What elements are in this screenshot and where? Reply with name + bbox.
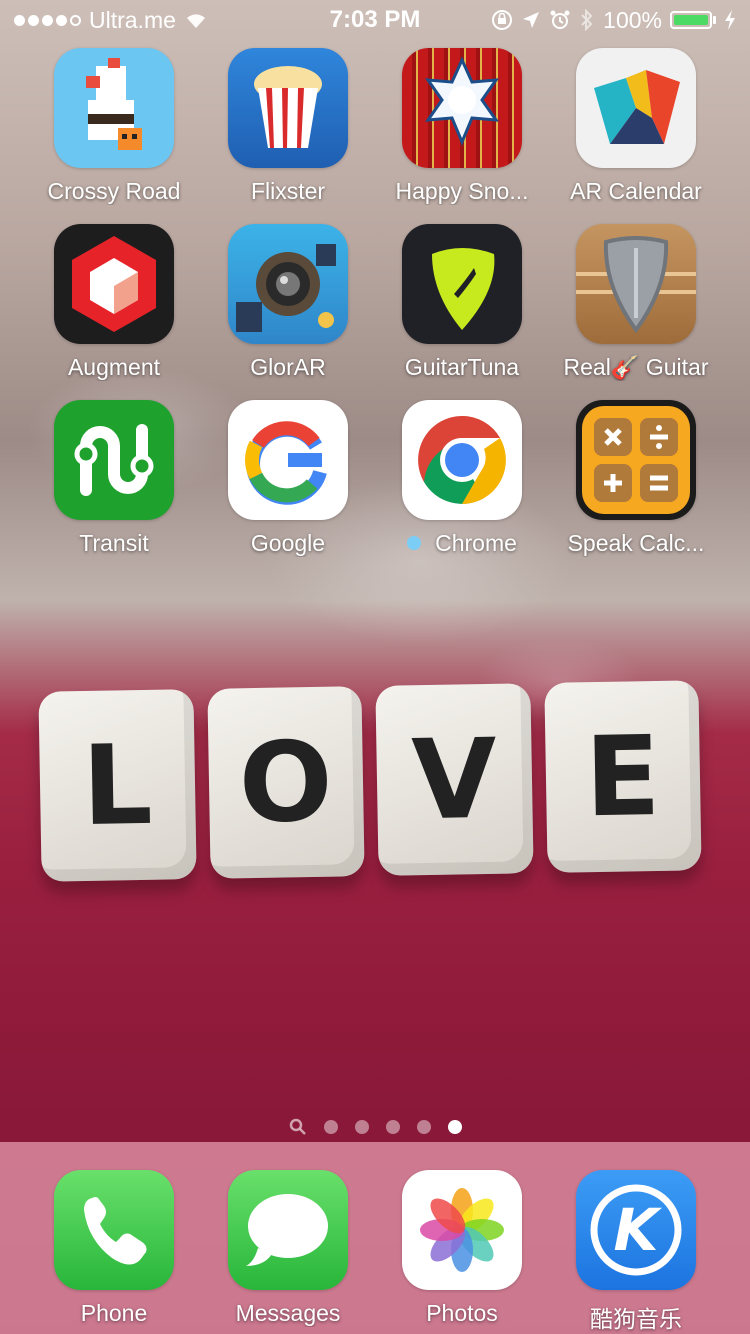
dock-kugou[interactable]: K 酷狗音乐 xyxy=(549,1170,723,1334)
crossy-road-icon xyxy=(54,48,174,168)
love-blocks: L O V E xyxy=(38,680,702,882)
app-speak-calc[interactable]: Speak Calc... xyxy=(549,400,723,557)
app-label: Flixster xyxy=(250,178,326,204)
app-label: GuitarTuna xyxy=(404,354,520,380)
app-transit[interactable]: Transit xyxy=(27,400,201,557)
battery-percent: 100% xyxy=(603,6,662,33)
ar-calendar-icon xyxy=(576,48,696,168)
glorar-icon xyxy=(228,224,348,344)
love-block: O xyxy=(206,686,365,879)
app-label: Google xyxy=(250,530,326,556)
app-ar-calendar[interactable]: AR Calendar xyxy=(549,48,723,205)
guitartuna-icon xyxy=(402,224,522,344)
app-label: Phone xyxy=(80,1300,148,1326)
app-google[interactable]: Google xyxy=(201,400,375,557)
app-label: Real🎸 Guitar xyxy=(563,354,709,380)
app-label: Crossy Road xyxy=(47,178,181,204)
page-dot[interactable] xyxy=(323,1120,338,1134)
dock-messages[interactable]: Messages xyxy=(201,1170,375,1327)
dock-phone[interactable]: Phone xyxy=(27,1170,201,1327)
augment-icon xyxy=(54,224,174,344)
app-glorar[interactable]: GlorAR xyxy=(201,224,375,381)
status-bar: Ultra.me 7:03 PM 100% xyxy=(0,0,750,40)
kugou-icon: K xyxy=(576,1170,696,1290)
real-guitar-icon xyxy=(576,224,696,344)
app-label-text: Chrome xyxy=(435,530,517,556)
app-augment[interactable]: Augment xyxy=(27,224,201,381)
app-label: Messages xyxy=(235,1300,341,1326)
rotation-lock-icon xyxy=(492,10,513,30)
app-label: Happy Sno... xyxy=(395,178,529,204)
app-label: GlorAR xyxy=(250,354,326,380)
app-happy-snow[interactable]: Happy Sno... xyxy=(375,48,549,205)
speak-calc-icon xyxy=(576,400,696,520)
chrome-icon xyxy=(402,400,522,520)
app-label: AR Calendar xyxy=(570,178,702,204)
page-dot[interactable] xyxy=(416,1120,431,1134)
app-flixster[interactable]: Flixster xyxy=(201,48,375,205)
battery-icon xyxy=(670,11,716,29)
page-dot[interactable] xyxy=(354,1120,369,1134)
app-real-guitar[interactable]: Real🎸 Guitar xyxy=(549,224,723,381)
app-label: Speak Calc... xyxy=(567,530,705,556)
new-badge xyxy=(407,536,422,550)
app-crossy-road[interactable]: Crossy Road xyxy=(27,48,201,205)
location-icon xyxy=(523,12,540,28)
dock-photos[interactable]: Photos xyxy=(375,1170,549,1327)
app-label: Transit xyxy=(79,530,149,556)
love-block: E xyxy=(543,680,702,873)
app-label: Augment xyxy=(67,354,161,380)
signal-strength xyxy=(14,14,81,26)
page-dot[interactable] xyxy=(385,1120,400,1134)
phone-icon xyxy=(54,1170,174,1290)
app-label: 酷狗音乐 xyxy=(590,1306,682,1332)
google-icon xyxy=(228,400,348,520)
love-block: V xyxy=(375,683,534,876)
app-label: Chrome xyxy=(375,530,549,557)
happy-snow-icon xyxy=(402,48,522,168)
transit-icon xyxy=(54,400,174,520)
flixster-icon xyxy=(228,48,348,168)
carrier-name: Ultra.me xyxy=(89,6,176,33)
photos-icon xyxy=(402,1170,522,1290)
page-dot-active[interactable] xyxy=(447,1120,462,1134)
status-left: Ultra.me xyxy=(14,7,208,34)
charging-icon xyxy=(725,10,735,30)
svg-text:K: K xyxy=(614,1196,663,1264)
love-block: L xyxy=(38,689,197,882)
dock: Phone Messages Photos K 酷狗音乐 xyxy=(0,1142,750,1334)
app-guitartuna[interactable]: GuitarTuna xyxy=(375,224,549,381)
app-chrome[interactable]: Chrome xyxy=(375,400,549,557)
messages-icon xyxy=(228,1170,348,1290)
bluetooth-icon xyxy=(581,9,593,31)
status-right: 100% xyxy=(491,7,736,34)
app-label: Photos xyxy=(426,1300,498,1326)
alarm-icon xyxy=(550,10,570,29)
spotlight-search-icon[interactable] xyxy=(289,1118,307,1136)
page-indicator[interactable] xyxy=(0,1118,750,1136)
wifi-icon xyxy=(186,14,205,28)
